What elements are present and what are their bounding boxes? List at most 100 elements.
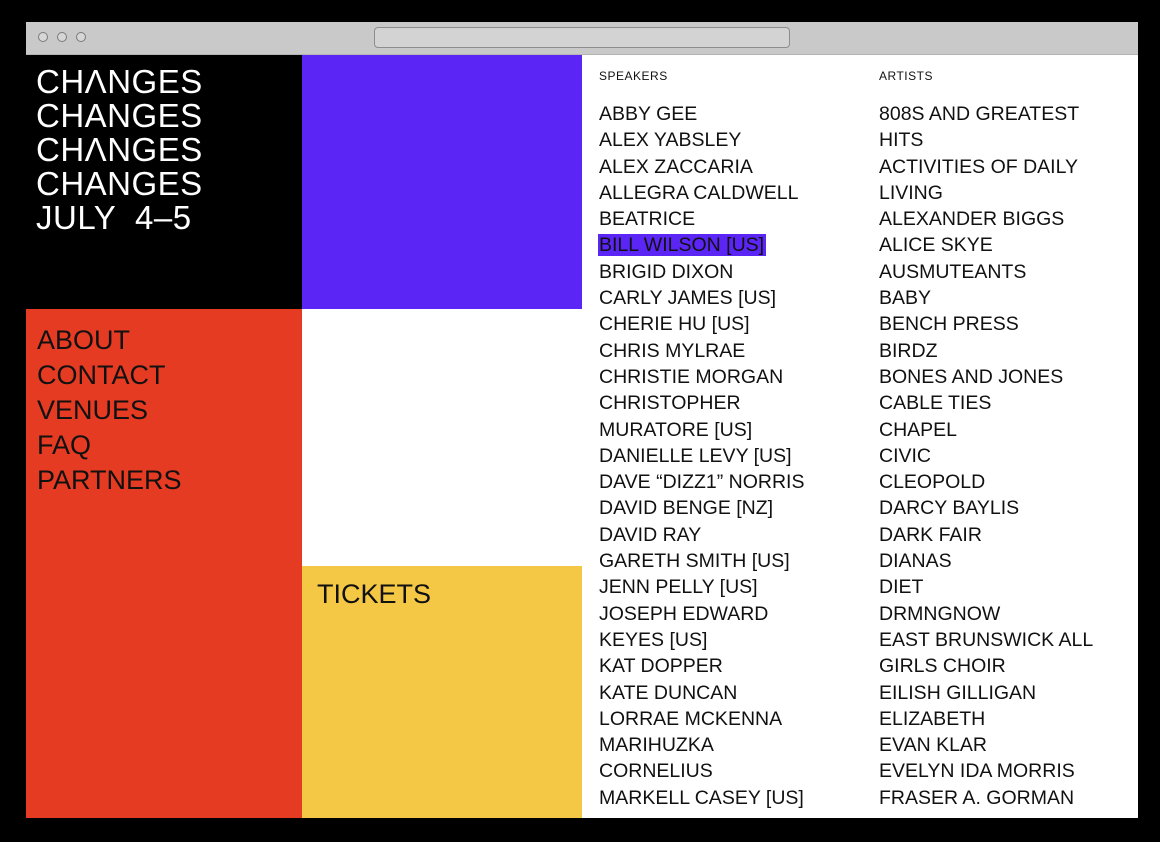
- artists-list: 808S AND GREATEST HITS ACTIVITIES OF DAILY…: [878, 101, 1095, 811]
- speaker-item[interactable]: KATE DUNCAN: [598, 680, 806, 706]
- speaker-item-label: KATE DUNCAN: [599, 681, 738, 704]
- speaker-item-label: DAVE “DIZZ1” NORRIS: [599, 471, 805, 494]
- speaker-item-label: CHRIS MYLRAE: [599, 339, 746, 362]
- artists-heading: ARTISTS: [879, 69, 933, 83]
- artist-item[interactable]: ALEXANDER BIGGS: [878, 206, 1095, 232]
- tickets-label: TICKETS: [317, 579, 432, 609]
- speaker-item[interactable]: BEATRICE: [598, 206, 806, 232]
- logo-block[interactable]: CHɅNGES CHANGES CHɅNGES CHANGES JULY 4–5: [26, 55, 302, 309]
- artist-item[interactable]: DIANAS: [878, 548, 1095, 574]
- artist-item[interactable]: ACTIVITIES OF DAILY: [878, 154, 1095, 180]
- speaker-item-label: GARETH SMITH [US]: [599, 550, 790, 573]
- artist-item[interactable]: ALICE SKYE: [878, 232, 1095, 258]
- speaker-item-label: DAVID BENGE [NZ]: [599, 497, 774, 520]
- logo-line: CHANGES: [36, 97, 203, 134]
- speaker-item[interactable]: KEYES [US]: [598, 627, 806, 653]
- speaker-item-label: ALEX ZACCARIA: [599, 155, 753, 178]
- artist-item-label: 808S AND GREATEST: [879, 103, 1080, 125]
- close-window-dot-icon[interactable]: [38, 32, 48, 42]
- speaker-item[interactable]: GARETH SMITH [US]: [598, 548, 806, 574]
- artist-item-label: DRMNGNOW: [879, 602, 1001, 625]
- artist-item[interactable]: DARCY BAYLIS: [878, 495, 1095, 521]
- artist-item-label: EAST BRUNSWICK ALL: [879, 628, 1094, 651]
- speaker-item[interactable]: CHRISTOPHER: [598, 390, 806, 416]
- main-nav: ABOUT CONTACT VENUES FAQ PARTNERS: [26, 309, 302, 818]
- artist-item[interactable]: BABY: [878, 285, 1095, 311]
- speaker-item[interactable]: CHRISTIE MORGAN: [598, 364, 806, 390]
- speakers-list: ABBY GEE ALEX YABSLEY ALEX ZACCARIA ALLEGRA…: [598, 101, 806, 811]
- artist-item-label: CLEOPOLD: [879, 471, 986, 494]
- speaker-item[interactable]: JOSEPH EDWARD: [598, 601, 806, 627]
- speaker-item-label: KAT DOPPER: [599, 655, 723, 678]
- event-date: JULY 4–5: [36, 199, 192, 236]
- artist-item[interactable]: DIET: [878, 574, 1095, 600]
- logo[interactable]: CHɅNGES CHANGES CHɅNGES CHANGES JULY 4–5: [36, 65, 203, 235]
- artist-item[interactable]: EVAN KLAR: [878, 732, 1095, 758]
- nav-item-venues[interactable]: VENUES: [37, 393, 182, 428]
- speaker-item-label: BEATRICE: [599, 208, 696, 231]
- nav-item-partners[interactable]: PARTNERS: [37, 463, 182, 498]
- artist-item[interactable]: EAST BRUNSWICK ALL: [878, 627, 1095, 653]
- speaker-item[interactable]: CHERIE HU [US]: [598, 311, 806, 337]
- address-bar[interactable]: [374, 27, 790, 48]
- artist-item[interactable]: LIVING: [878, 180, 1095, 206]
- artist-item-label: DIET: [879, 576, 924, 599]
- speaker-item-label: ALEX YABSLEY: [599, 129, 742, 152]
- speaker-item[interactable]: KAT DOPPER: [598, 653, 806, 679]
- artist-item[interactable]: CLEOPOLD: [878, 469, 1095, 495]
- speaker-item[interactable]: DANIELLE LEVY [US]: [598, 443, 806, 469]
- speaker-item[interactable]: ABBY GEE: [598, 101, 806, 127]
- speaker-item[interactable]: ALEX YABSLEY: [598, 127, 806, 153]
- artist-item-label: CABLE TIES: [879, 392, 992, 415]
- speaker-item[interactable]: DAVE “DIZZ1” NORRIS: [598, 469, 806, 495]
- speaker-item-label: CHRISTOPHER: [599, 392, 741, 415]
- artist-item[interactable]: HITS: [878, 127, 1095, 153]
- artist-item[interactable]: EVELYN IDA MORRIS: [878, 758, 1095, 784]
- speaker-item[interactable]: MURATORE [US]: [598, 417, 806, 443]
- speaker-item[interactable]: DAVID BENGE [NZ]: [598, 495, 806, 521]
- speaker-item[interactable]: MARIHUZKA: [598, 732, 806, 758]
- artist-item[interactable]: ELIZABETH: [878, 706, 1095, 732]
- speaker-item-label: CORNELIUS: [599, 760, 713, 783]
- artist-item-label: BIRDZ: [879, 339, 938, 362]
- speakers-heading: SPEAKERS: [599, 69, 668, 83]
- maximize-window-dot-icon[interactable]: [76, 32, 86, 42]
- artist-item[interactable]: CIVIC: [878, 443, 1095, 469]
- speaker-item[interactable]: DAVID RAY: [598, 522, 806, 548]
- speaker-item[interactable]: JENN PELLY [US]: [598, 574, 806, 600]
- speaker-item-label: KEYES [US]: [599, 628, 708, 651]
- artist-item[interactable]: AUSMUTEANTS: [878, 259, 1095, 285]
- artist-item[interactable]: BENCH PRESS: [878, 311, 1095, 337]
- artist-item-label: FRASER A. GORMAN: [879, 786, 1075, 809]
- tickets-button[interactable]: TICKETS: [302, 566, 582, 818]
- artist-item[interactable]: DARK FAIR: [878, 522, 1095, 548]
- speaker-item[interactable]: CHRIS MYLRAE: [598, 338, 806, 364]
- speaker-item[interactable]: ALEX ZACCARIA: [598, 154, 806, 180]
- artist-item-label: ALICE SKYE: [879, 234, 993, 257]
- artist-item[interactable]: BONES AND JONES: [878, 364, 1095, 390]
- speaker-item-label: ALLEGRA CALDWELL: [599, 181, 799, 204]
- nav-item-contact[interactable]: CONTACT: [37, 358, 182, 393]
- artist-item-label: CIVIC: [879, 444, 932, 467]
- nav-item-about[interactable]: ABOUT: [37, 323, 182, 358]
- speaker-item[interactable]: CORNELIUS: [598, 758, 806, 784]
- speaker-item[interactable]: BRIGID DIXON: [598, 259, 806, 285]
- nav-item-faq[interactable]: FAQ: [37, 428, 182, 463]
- artist-item[interactable]: DRMNGNOW: [878, 601, 1095, 627]
- artist-item[interactable]: 808S AND GREATEST: [878, 101, 1095, 127]
- artist-item-label: ALEXANDER BIGGS: [879, 208, 1065, 231]
- artist-item[interactable]: EILISH GILLIGAN: [878, 680, 1095, 706]
- speaker-item[interactable]: BILL WILSON [US]: [598, 232, 806, 258]
- artist-item[interactable]: BIRDZ: [878, 338, 1095, 364]
- logo-line: CHANGES: [36, 165, 203, 202]
- artist-item[interactable]: GIRLS CHOIR: [878, 653, 1095, 679]
- speaker-item[interactable]: CARLY JAMES [US]: [598, 285, 806, 311]
- artist-item[interactable]: FRASER A. GORMAN: [878, 785, 1095, 811]
- speaker-item[interactable]: MARKELL CASEY [US]: [598, 785, 806, 811]
- artist-item[interactable]: CABLE TIES: [878, 390, 1095, 416]
- artist-item[interactable]: CHAPEL: [878, 417, 1095, 443]
- minimize-window-dot-icon[interactable]: [57, 32, 67, 42]
- speaker-item-label: DANIELLE LEVY [US]: [599, 444, 792, 467]
- speaker-item[interactable]: ALLEGRA CALDWELL: [598, 180, 806, 206]
- speaker-item[interactable]: LORRAE MCKENNA: [598, 706, 806, 732]
